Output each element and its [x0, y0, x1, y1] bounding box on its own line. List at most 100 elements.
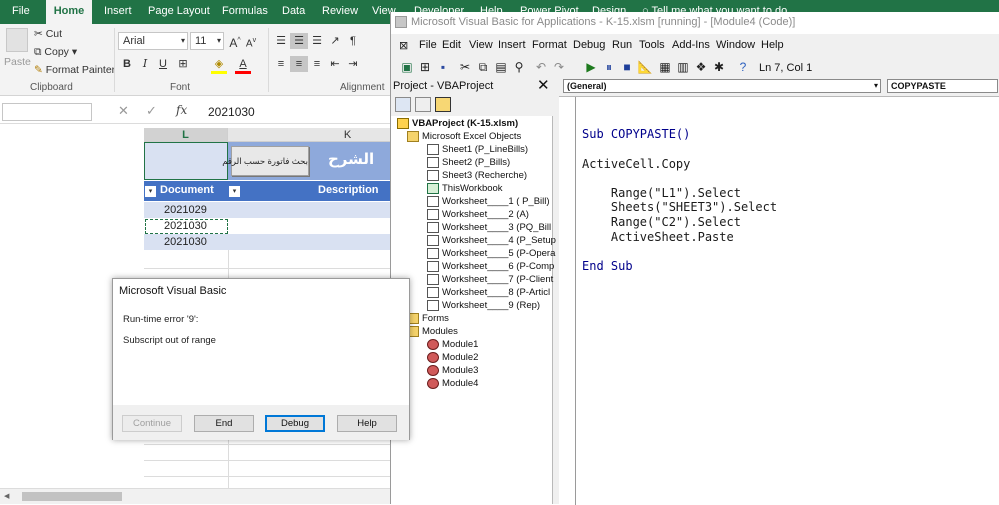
- menu-edit[interactable]: Edit: [442, 39, 461, 51]
- font-size-combo[interactable]: 11 ▾: [190, 32, 224, 50]
- redo-icon[interactable]: ↷: [551, 59, 567, 75]
- name-box[interactable]: [2, 103, 92, 121]
- cut-button[interactable]: ✂ Cut: [34, 28, 62, 40]
- menu-view[interactable]: View: [469, 39, 493, 51]
- excel-view-icon[interactable]: ▣: [399, 59, 415, 75]
- tree-item[interactable]: Worksheet____9 (Rep): [427, 300, 540, 311]
- tab-insert[interactable]: Insert: [104, 0, 132, 24]
- copy-button[interactable]: ⧉ Copy ▾: [34, 46, 77, 59]
- break-icon[interactable]: ⏸: [601, 59, 617, 75]
- formula-input[interactable]: 2021030: [208, 105, 255, 119]
- undo-icon[interactable]: ↶: [533, 59, 549, 75]
- orientation-icon[interactable]: ↗: [326, 33, 344, 49]
- view-code-icon[interactable]: [395, 97, 411, 112]
- scroll-left-icon[interactable]: ◀: [4, 492, 9, 500]
- font-color-icon[interactable]: A: [234, 56, 252, 72]
- insert-module-icon[interactable]: ⊞: [417, 59, 433, 75]
- align-center-icon[interactable]: ≡: [290, 56, 308, 72]
- code-editor[interactable]: Sub COPYPASTE() ActiveCell.Copy Range("L…: [559, 96, 999, 505]
- increase-indent-icon[interactable]: ⇥: [344, 56, 362, 72]
- tab-review[interactable]: Review: [322, 0, 358, 24]
- code-line[interactable]: Sub COPYPASTE(): [582, 127, 690, 141]
- menu-file[interactable]: File: [419, 39, 437, 51]
- tree-item[interactable]: Worksheet____3 (PQ_Bill: [427, 222, 551, 233]
- tree-item[interactable]: ThisWorkbook: [427, 183, 503, 194]
- code-line[interactable]: Range("C2").Select: [582, 215, 741, 229]
- menu-format[interactable]: Format: [532, 39, 567, 51]
- run-icon[interactable]: ▶: [583, 59, 599, 75]
- save-icon[interactable]: ▪: [435, 59, 451, 75]
- properties-icon[interactable]: ▥: [675, 59, 691, 75]
- search-invoice-button[interactable]: بحث فاتورة حسب الرقم: [222, 146, 309, 176]
- align-middle-icon[interactable]: ☰: [290, 33, 308, 49]
- tree-item[interactable]: Module3: [427, 365, 478, 376]
- format-painter-button[interactable]: ✎ Format Painter: [34, 64, 115, 76]
- rtl-icon[interactable]: ¶: [344, 33, 362, 49]
- tree-item[interactable]: Module4: [427, 378, 478, 389]
- menu-help[interactable]: Help: [761, 39, 784, 51]
- insert-function-icon[interactable]: fx: [176, 103, 187, 117]
- table-cell[interactable]: 2021030: [164, 220, 207, 232]
- code-margin[interactable]: [559, 97, 576, 505]
- tree-item[interactable]: Worksheet____5 (P-Opera: [427, 248, 555, 259]
- horizontal-scrollbar[interactable]: ◀: [0, 488, 390, 504]
- help-button[interactable]: Help: [337, 415, 397, 432]
- procedure-combo[interactable]: COPYPASTE: [887, 79, 998, 93]
- menu-window[interactable]: Window: [716, 39, 755, 51]
- menu-tools[interactable]: Tools: [639, 39, 665, 51]
- tree-item[interactable]: Worksheet____4 (P_Setup: [427, 235, 556, 246]
- copy-icon[interactable]: ⧉: [475, 59, 491, 75]
- scroll-thumb[interactable]: [22, 492, 122, 501]
- close-icon[interactable]: ✕: [537, 76, 550, 94]
- tree-item[interactable]: Worksheet____2 (A): [427, 209, 529, 220]
- selected-cell-l1[interactable]: [144, 142, 228, 180]
- menu-add-ins[interactable]: Add-Ins: [672, 39, 710, 51]
- code-line[interactable]: End Sub: [582, 259, 633, 273]
- code-line[interactable]: Range("L1").Select: [582, 186, 741, 200]
- toggle-folders-icon[interactable]: [435, 97, 451, 112]
- tree-item[interactable]: VBAProject (K-15.xlsm): [397, 118, 518, 129]
- tree-item[interactable]: Sheet2 (P_Bills): [427, 157, 510, 168]
- decrease-indent-icon[interactable]: ⇤: [326, 56, 344, 72]
- align-bottom-icon[interactable]: ☰: [308, 33, 326, 49]
- column-header-l[interactable]: L: [144, 128, 228, 142]
- help-icon[interactable]: ?: [735, 59, 751, 75]
- bold-button[interactable]: B: [118, 56, 136, 72]
- design-mode-icon[interactable]: 📐: [637, 59, 653, 75]
- fill-color-icon[interactable]: ◈: [210, 56, 228, 72]
- view-object-icon[interactable]: [415, 97, 431, 112]
- tree-item[interactable]: Worksheet____6 (P-Comp: [427, 261, 554, 272]
- tab-home[interactable]: Home: [46, 0, 92, 24]
- tree-item[interactable]: Modules: [407, 326, 458, 337]
- font-name-combo[interactable]: Arial ▾: [118, 32, 188, 50]
- tree-item[interactable]: Microsoft Excel Objects: [407, 131, 521, 142]
- toolbox-icon[interactable]: ✱: [711, 59, 727, 75]
- menu-insert[interactable]: Insert: [498, 39, 526, 51]
- tab-file[interactable]: File: [12, 0, 30, 24]
- debug-button[interactable]: Debug: [265, 415, 325, 432]
- table-cell[interactable]: 2021029: [164, 204, 207, 216]
- filter-dropdown-icon[interactable]: ▾: [145, 186, 156, 197]
- menu-debug[interactable]: Debug: [573, 39, 605, 51]
- borders-icon[interactable]: ⊞: [174, 56, 192, 72]
- find-icon[interactable]: ⚲: [511, 59, 527, 75]
- reset-icon[interactable]: ■: [619, 59, 635, 75]
- cut-icon[interactable]: ✂: [457, 59, 473, 75]
- cancel-icon[interactable]: ✕: [118, 103, 129, 119]
- align-left-icon[interactable]: ≡: [272, 56, 290, 72]
- tab-page-layout[interactable]: Page Layout: [148, 0, 210, 24]
- tab-data[interactable]: Data: [282, 0, 305, 24]
- tree-item[interactable]: Worksheet____8 (P-Articl: [427, 287, 550, 298]
- code-line[interactable]: ActiveSheet.Paste: [582, 230, 734, 244]
- project-explorer-icon[interactable]: ▦: [657, 59, 673, 75]
- code-line[interactable]: ActiveCell.Copy: [582, 157, 690, 171]
- end-button[interactable]: End: [194, 415, 254, 432]
- align-top-icon[interactable]: ☰: [272, 33, 290, 49]
- align-right-icon[interactable]: ≡: [308, 56, 326, 72]
- tree-item[interactable]: Forms: [407, 313, 449, 324]
- tree-item[interactable]: Sheet3 (Recherche): [427, 170, 527, 181]
- italic-button[interactable]: I: [136, 56, 154, 72]
- tree-item[interactable]: Sheet1 (P_LineBills): [427, 144, 528, 155]
- tree-item[interactable]: Worksheet____1 ( P_Bill): [427, 196, 550, 207]
- tree-item[interactable]: Worksheet____7 (P-Client: [427, 274, 553, 285]
